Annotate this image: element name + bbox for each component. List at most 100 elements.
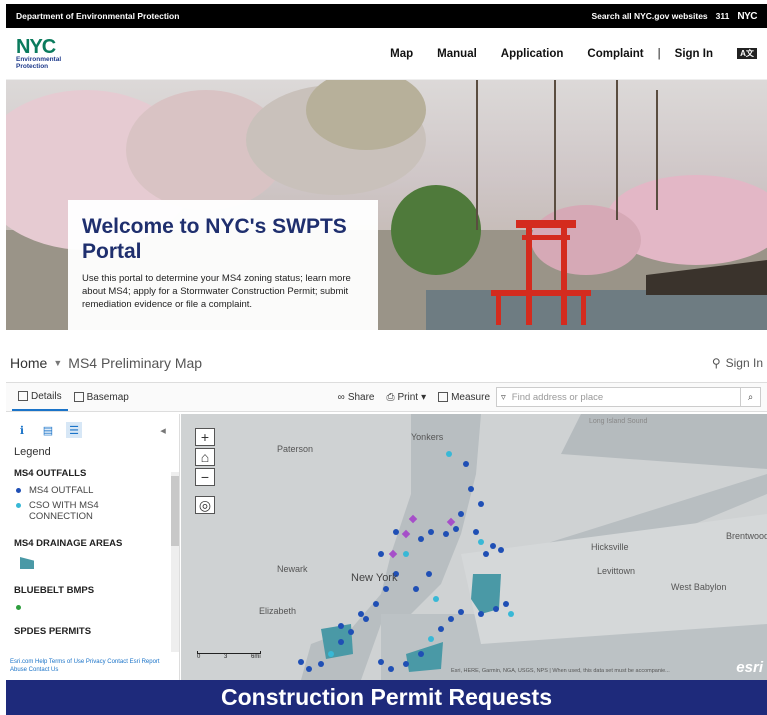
chevron-down-icon[interactable]: ▼ [53, 358, 62, 368]
outfall-point[interactable] [468, 486, 474, 492]
print-icon: ⎙ [386, 391, 395, 403]
outfall-point[interactable] [478, 501, 484, 507]
outfall-point[interactable] [453, 526, 459, 532]
outfall-point[interactable] [373, 601, 379, 607]
content-icon[interactable]: ▤ [40, 422, 56, 438]
basemap-label: Basemap [86, 391, 129, 403]
basemap-icon [73, 392, 84, 402]
outfall-point[interactable] [433, 596, 439, 602]
outfall-point[interactable] [403, 661, 409, 667]
outfall-point[interactable] [463, 461, 469, 467]
outfall-point[interactable] [458, 609, 464, 615]
outfall-point[interactable] [443, 531, 449, 537]
search-icon[interactable]: ⌕ [740, 388, 760, 406]
scale-bar: 0 3 6mi [197, 651, 261, 660]
outfall-point[interactable] [306, 666, 312, 672]
outfall-point[interactable] [318, 661, 324, 667]
outfall-point[interactable] [378, 659, 384, 665]
dep-logo[interactable]: NYC Environmental Protection [16, 37, 106, 70]
locate-icon[interactable]: ◎ [195, 496, 215, 514]
home-menu[interactable]: Home [10, 355, 47, 371]
nav-complaint[interactable]: Complaint [587, 48, 643, 60]
place-new-york: New York [351, 572, 398, 584]
scale-0: 0 [197, 654, 201, 660]
nyc-gov-logo[interactable]: NYC [737, 11, 757, 22]
outfall-point[interactable] [448, 616, 454, 622]
outfall-points [298, 451, 514, 672]
outfall-point[interactable] [388, 666, 394, 672]
zoom-out-button[interactable]: − [195, 468, 215, 486]
nav-application[interactable]: Application [501, 48, 564, 60]
outfall-point[interactable] [458, 511, 464, 517]
measure-button[interactable]: Measure [432, 383, 496, 411]
outfall-point[interactable] [483, 551, 489, 557]
esri-logo: esri [736, 659, 763, 676]
outfall-point[interactable] [348, 629, 354, 635]
spdes-permit-point[interactable] [446, 517, 456, 527]
outfall-point[interactable] [298, 659, 304, 665]
main-nav: Map Manual Application Complaint | Sign … [106, 48, 757, 60]
app-sign-in[interactable]: ⚲ Sign In [712, 356, 763, 370]
map-view[interactable]: + ⌂ − ◎ Yonkers Paterson Newark New York… [181, 414, 767, 680]
welcome-title: Welcome to NYC's SWPTS Portal [82, 215, 347, 263]
phone-311[interactable]: 311 [716, 11, 730, 21]
app-header: Home ▼ MS4 Preliminary Map ⚲ Sign In [6, 344, 767, 382]
nav-separator: | [657, 47, 661, 60]
legend-icon[interactable]: ☰ [66, 422, 82, 438]
outfall-point[interactable] [478, 611, 484, 617]
search-input[interactable]: ▿ Find address or place ⌕ [496, 387, 761, 407]
nav-sign-in[interactable]: Sign In [675, 48, 713, 60]
outfall-point[interactable] [338, 623, 344, 629]
outfall-point[interactable] [446, 451, 452, 457]
outfall-point[interactable] [498, 547, 504, 553]
nav-manual[interactable]: Manual [437, 48, 477, 60]
outfall-point[interactable] [338, 639, 344, 645]
place-elizabeth: Elizabeth [259, 606, 297, 616]
details-tab[interactable]: Details [12, 383, 68, 411]
outfall-point[interactable] [503, 601, 509, 607]
legend-section: MS4 OUTFALLS [14, 468, 87, 479]
outfall-point[interactable] [418, 651, 424, 657]
nav-map[interactable]: Map [390, 48, 413, 60]
outfall-point[interactable] [473, 529, 479, 535]
print-button[interactable]: ⎙ Print ▾ [381, 383, 433, 411]
spdes-permit-point[interactable] [401, 529, 411, 539]
outfall-point[interactable] [363, 616, 369, 622]
scale-3: 3 [224, 654, 228, 660]
filter-icon[interactable]: ▿ [501, 392, 506, 403]
outfall-point[interactable] [328, 651, 334, 657]
outfall-point[interactable] [428, 529, 434, 535]
outfall-point[interactable] [413, 586, 419, 592]
map-title: MS4 Preliminary Map [68, 355, 203, 371]
spdes-permit-point[interactable] [388, 549, 398, 559]
outfall-point[interactable] [493, 606, 499, 612]
outfall-point[interactable] [508, 611, 514, 617]
outfall-point[interactable] [393, 529, 399, 535]
basemap-tab[interactable]: Basemap [68, 383, 135, 411]
legend-item: CSO WITH MS4 CONNECTION [6, 498, 179, 524]
outfall-point[interactable] [490, 543, 496, 549]
outfall-point[interactable] [418, 536, 424, 542]
outfall-point[interactable] [383, 586, 389, 592]
place-hicksville: Hicksville [591, 542, 629, 552]
spdes-permit-point[interactable] [408, 514, 418, 524]
outfall-point[interactable] [378, 551, 384, 557]
esri-footer-links[interactable]: Esri.com Help Terms of Use Privacy Conta… [10, 658, 176, 674]
legend-scrollbar[interactable] [171, 472, 179, 652]
place-newark: Newark [277, 564, 308, 574]
share-button[interactable]: ∞ Share [332, 383, 381, 411]
info-icon[interactable]: ℹ [14, 422, 30, 438]
outfall-point[interactable] [428, 636, 434, 642]
search-all-link[interactable]: Search all NYC.gov websites [591, 11, 707, 21]
outfall-point[interactable] [438, 626, 444, 632]
ms4-map-app: Home ▼ MS4 Preliminary Map ⚲ Sign In Det… [6, 344, 767, 680]
outfall-point[interactable] [426, 571, 432, 577]
place-long-island-sound: Long Island Sound [589, 418, 648, 425]
outfall-point[interactable] [403, 551, 409, 557]
collapse-icon[interactable]: ◂ [155, 422, 171, 438]
home-extent-icon[interactable]: ⌂ [195, 448, 215, 466]
outfall-point[interactable] [478, 539, 484, 545]
translate-icon[interactable]: A文 [737, 48, 757, 59]
zoom-in-button[interactable]: + [195, 428, 215, 446]
outfall-point[interactable] [358, 611, 364, 617]
